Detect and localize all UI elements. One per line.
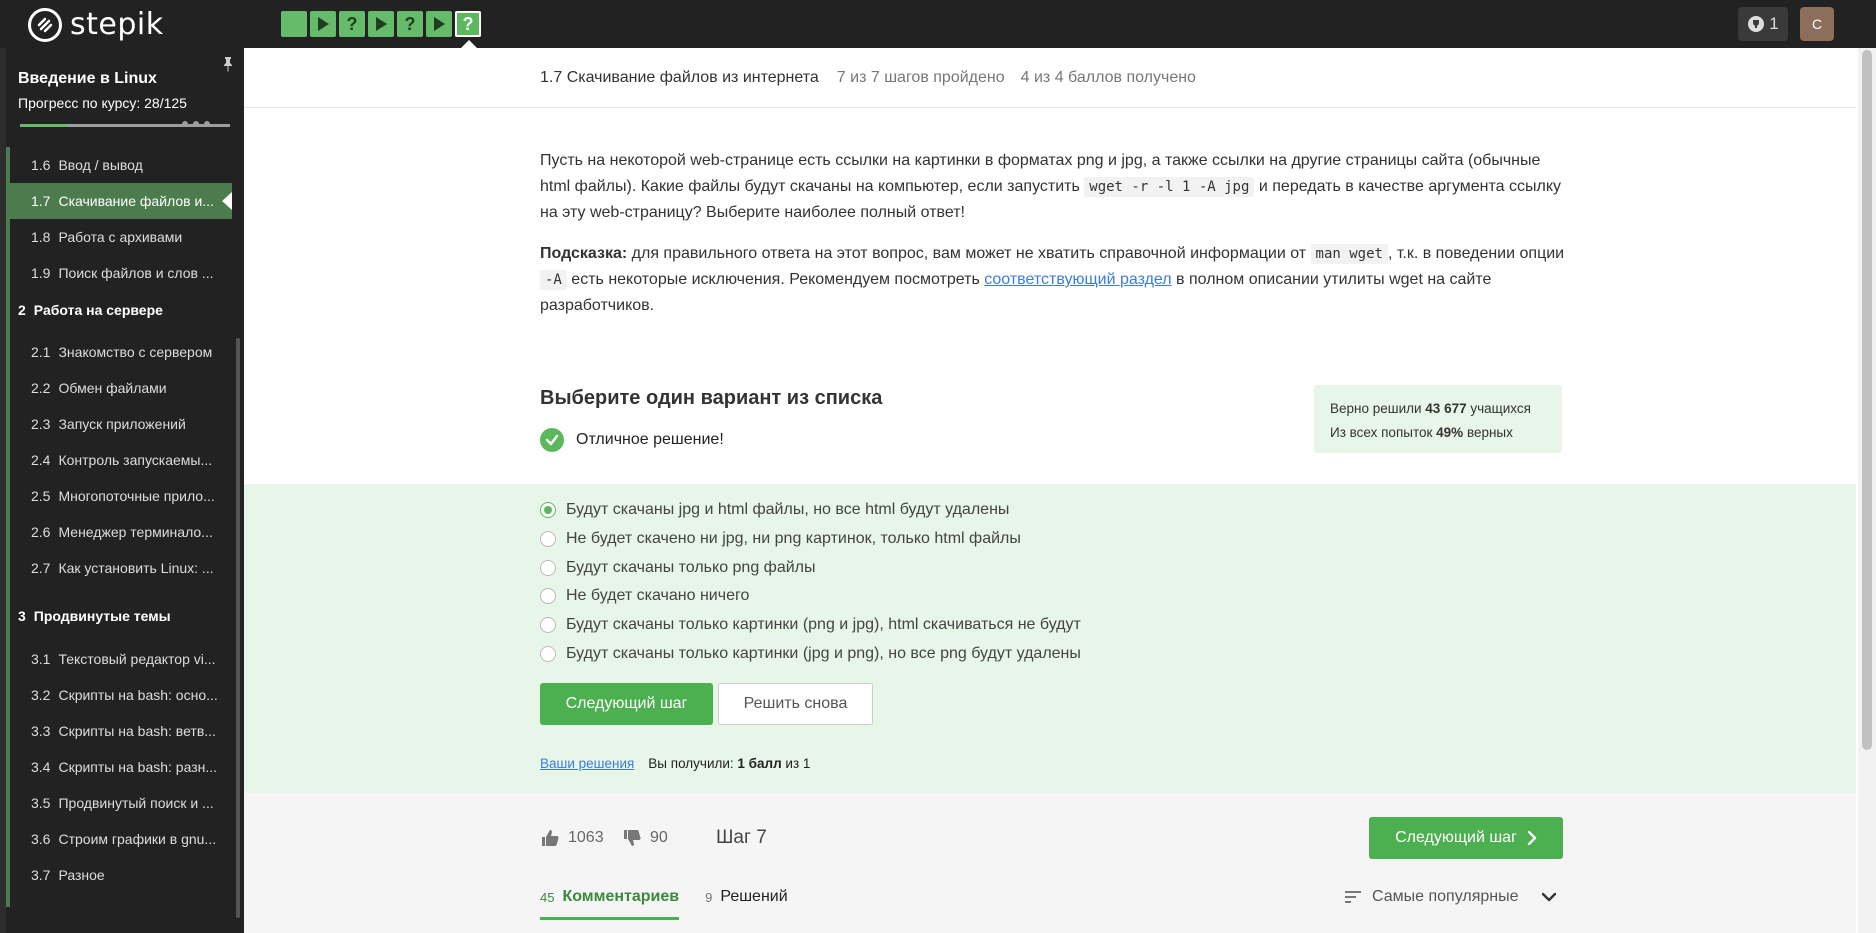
step-footer — [244, 793, 1856, 933]
check-icon — [540, 428, 564, 452]
question-icon: ? — [404, 13, 416, 34]
footer-next-step-button[interactable]: Следующий шаг — [1369, 817, 1563, 859]
sidebar-item-2-5[interactable]: 2.5 Многопоточные прило... — [6, 478, 232, 514]
hint-label: Подсказка: — [540, 245, 628, 262]
like-button[interactable]: 1063 — [540, 828, 604, 848]
radio[interactable] — [540, 560, 556, 576]
step-navigation: ? ? ? — [281, 11, 481, 37]
lesson-title: 1.7 Скачивание файлов из интернета — [540, 68, 819, 86]
sort-dropdown[interactable]: Самые популярные — [1344, 888, 1557, 906]
trophy-count: 1 — [1769, 14, 1779, 33]
step-number: Шаг 7 — [716, 827, 767, 848]
step-4-video[interactable] — [368, 11, 394, 37]
sidebar-section-3[interactable]: 3 Продвинутые темы — [18, 608, 171, 624]
step-5-quiz[interactable]: ? — [397, 11, 423, 37]
quiz-title: Выберите один вариант из списка — [540, 387, 883, 409]
task-paragraph-1: Пусть на некоторой web-странице есть ссы… — [540, 152, 1562, 221]
chevron-right-icon — [1527, 831, 1537, 845]
sidebar-section-2[interactable]: 2 Работа на сервере — [18, 302, 163, 318]
sidebar-scrollbar[interactable] — [236, 338, 240, 918]
progress-milestones — [182, 121, 210, 127]
code-snippet: man wget — [1310, 244, 1388, 264]
steps-done: 7 из 7 шагов пройдено — [836, 68, 1005, 86]
step-6-video[interactable] — [426, 11, 452, 37]
sidebar-item-2-7[interactable]: 2.7 Как установить Linux: ... — [6, 550, 232, 586]
achievements-button[interactable]: 1 — [1738, 7, 1788, 41]
pin-icon[interactable] — [222, 56, 234, 75]
answer-option[interactable]: Будут скачаны только картинки (jpg и png… — [540, 645, 1081, 663]
answer-option[interactable]: Не будет скачано ничего — [540, 587, 749, 605]
course-progress-fill — [20, 124, 68, 127]
sidebar-item-2-3[interactable]: 2.3 Запуск приложений — [6, 406, 232, 442]
avatar[interactable]: C — [1800, 7, 1834, 41]
your-solutions-link[interactable]: Ваши решения — [540, 756, 634, 771]
code-snippet: wget -r -l 1 -A jpg — [1084, 177, 1255, 197]
radio[interactable] — [540, 588, 556, 604]
stats-box: Верно решили 43 677 учащихся Из всех поп… — [1314, 385, 1562, 453]
step-7-quiz-current[interactable]: ? — [455, 11, 481, 37]
radio[interactable] — [540, 531, 556, 547]
course-sidebar: Введение в Linux Прогресс по курсу: 28/1… — [0, 48, 244, 933]
sidebar-item-2-2[interactable]: 2.2 Обмен файлами — [6, 370, 232, 406]
sidebar-item-2-6[interactable]: 2.6 Менеджер терминало... — [6, 514, 232, 550]
sidebar-item-1-8[interactable]: 1.8 Работа с архивами — [6, 219, 232, 255]
thumbs-down-icon — [624, 830, 641, 846]
play-icon — [434, 17, 445, 31]
step-2-video[interactable] — [310, 11, 336, 37]
docs-link[interactable]: соответствующий раздел — [984, 271, 1171, 288]
trophy-icon — [1748, 16, 1765, 32]
answer-option[interactable]: Не будет скачено ни jpg, ни png картинок… — [540, 530, 1021, 548]
question-icon: ? — [462, 13, 474, 34]
solutions-line: Ваши решения Вы получили: 1 балл из 1 — [540, 756, 810, 771]
course-progress-label: Прогресс по курсу: 28/125 — [18, 95, 187, 111]
sidebar-item-1-6[interactable]: 1.6 Ввод / вывод — [6, 147, 232, 183]
answer-option[interactable]: Будут скачаны jpg и html файлы, но все h… — [540, 501, 1009, 519]
task-hint-paragraph: Подсказка: для правильного ответа на это… — [540, 244, 1565, 314]
page-scroll-thumb[interactable] — [1862, 50, 1872, 750]
received-score: Вы получили: 1 балл из 1 — [648, 756, 811, 771]
radio[interactable] — [540, 617, 556, 633]
next-step-button[interactable]: Следующий шаг — [540, 683, 713, 725]
radio-selected[interactable] — [540, 502, 556, 518]
code-snippet: -A — [540, 270, 567, 290]
page-scrollbar[interactable] — [1858, 48, 1876, 933]
sidebar-item-3-6[interactable]: 3.6 Строим графики в gnu... — [6, 821, 232, 857]
sidebar-item-2-1[interactable]: 2.1 Знакомство с сервером — [6, 334, 232, 370]
sort-icon — [1345, 891, 1361, 903]
answer-option[interactable]: Будут скачаны только png файлы — [540, 559, 816, 577]
stepik-logo-icon — [28, 7, 62, 42]
play-icon — [376, 17, 387, 31]
thumbs-up-icon — [542, 830, 559, 846]
score-received: 4 из 4 баллов получено — [1020, 68, 1196, 86]
top-bar: stepik ? ? ? 1 C — [0, 0, 1876, 49]
tab-solutions[interactable]: 9 Решений — [705, 888, 788, 920]
sidebar-item-1-9[interactable]: 1.9 Поиск файлов и слов ... — [6, 255, 232, 291]
success-message: Отличное решение! — [540, 428, 724, 452]
step-3-quiz[interactable]: ? — [339, 11, 365, 37]
sidebar-item-3-3[interactable]: 3.3 Скрипты на bash: ветв... — [6, 713, 232, 749]
answer-area — [244, 484, 1856, 793]
sidebar-item-3-1[interactable]: 3.1 Текстовый редактор vi... — [6, 641, 232, 677]
sidebar-item-3-4[interactable]: 3.4 Скрипты на bash: разн... — [6, 749, 232, 785]
sidebar-item-1-7-active[interactable]: 1.7 Скачивание файлов и... — [6, 183, 232, 219]
play-icon — [318, 17, 329, 31]
radio[interactable] — [540, 646, 556, 662]
answer-option[interactable]: Будут скачаны только картинки (png и jpg… — [540, 616, 1081, 634]
question-icon: ? — [346, 13, 358, 34]
sidebar-item-3-2[interactable]: 3.2 Скрипты на bash: осно... — [6, 677, 232, 713]
stepik-logo[interactable]: stepik — [28, 7, 164, 42]
sidebar-item-3-7[interactable]: 3.7 Разное — [6, 857, 232, 893]
discussion-tabs: 45 Комментариев 9 Решений — [540, 888, 788, 920]
tab-comments[interactable]: 45 Комментариев — [540, 888, 680, 920]
sidebar-item-2-4[interactable]: 2.4 Контроль запускаемы... — [6, 442, 232, 478]
step-1-text[interactable] — [281, 11, 307, 37]
logo-text: stepik — [70, 7, 164, 42]
sidebar-item-3-5[interactable]: 3.5 Продвинутый поиск и ... — [6, 785, 232, 821]
retry-button[interactable]: Решить снова — [718, 683, 873, 725]
chevron-down-icon — [1542, 892, 1557, 902]
lesson-header: 1.7 Скачивание файлов из интернета 7 из … — [244, 48, 1856, 108]
dislike-button[interactable]: 90 — [622, 828, 668, 848]
course-title[interactable]: Введение в Linux — [18, 70, 157, 88]
